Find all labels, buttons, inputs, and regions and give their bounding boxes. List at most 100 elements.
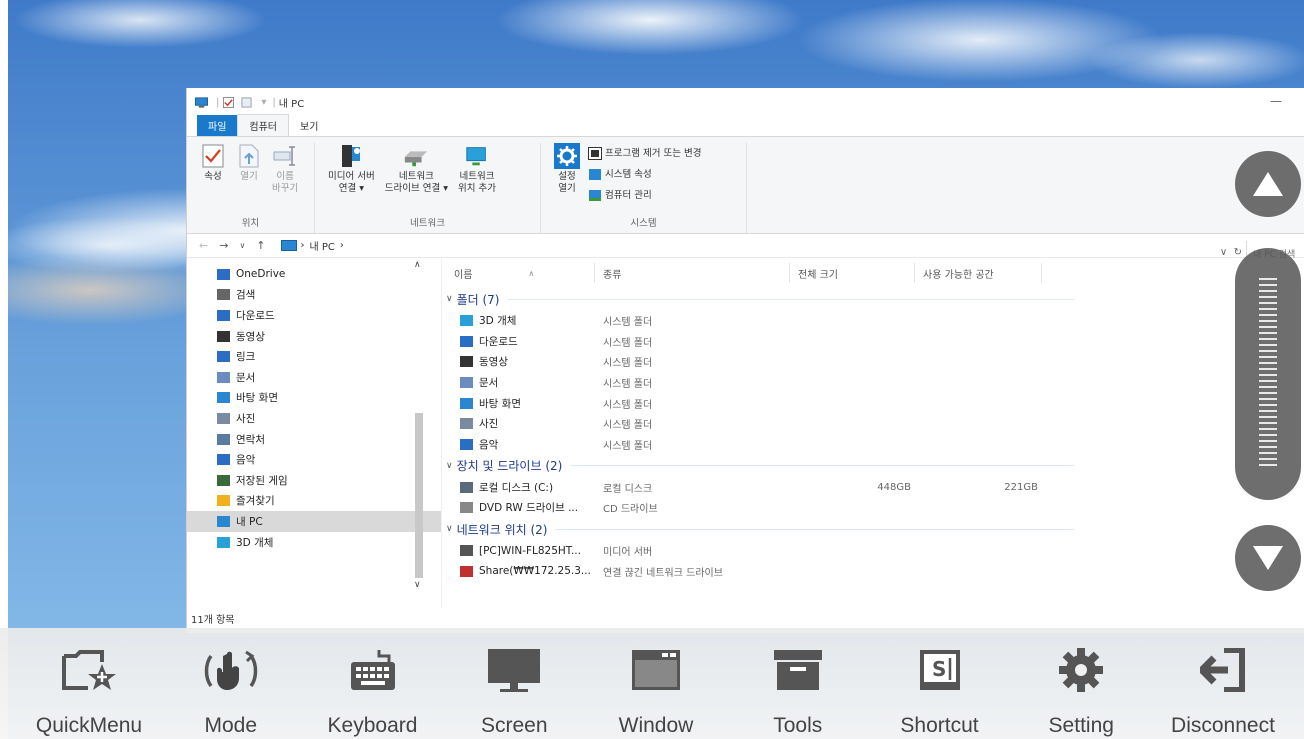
mode-label: Mode xyxy=(204,714,258,737)
nav-item-12[interactable]: 내 PC xyxy=(187,511,441,532)
properties-quick-icon[interactable] xyxy=(222,96,235,108)
recent-dropdown-icon[interactable]: ∨ xyxy=(239,241,245,250)
file-type: 미디어 서버 xyxy=(603,547,653,559)
nav-item-0[interactable]: OneDrive xyxy=(187,264,441,285)
file-name-cell: 바탕 화면 xyxy=(442,396,595,411)
nav-item-5[interactable]: 문서 xyxy=(187,367,441,388)
nav-item-2[interactable]: 다운로드 xyxy=(187,305,441,326)
nav-item-11[interactable]: 즐겨찾기 xyxy=(187,491,441,512)
back-arrow-icon[interactable]: ← xyxy=(199,239,208,252)
window-icon xyxy=(632,650,680,690)
location-group: 속성 열기 이름 바꾸기 위치 xyxy=(187,143,315,233)
title-bar: | ▾ | 내 PC — xyxy=(187,88,1304,116)
free-space: 221GB xyxy=(1004,481,1038,493)
path-segment-this-pc[interactable]: 내 PC xyxy=(310,238,335,253)
group-header[interactable]: ∨ 네트워크 위치 (2) xyxy=(442,518,1304,540)
address-path[interactable]: › 내 PC › xyxy=(280,238,344,253)
nav-scroll-thumb[interactable] xyxy=(415,413,423,578)
network-group: 미디어 서버 연결 ▾ 네트워크 드라이브 연결 ▾ 네트워크 위치 추가 네트… xyxy=(315,143,541,233)
nav-item-label: 동영상 xyxy=(236,330,265,343)
nav-item-8[interactable]: 연락처 xyxy=(187,429,441,450)
mode-button[interactable]: Mode xyxy=(176,628,286,739)
window-button[interactable]: Window xyxy=(601,628,711,739)
nav-item-7[interactable]: 사진 xyxy=(187,408,441,429)
file-type: 연결 끊긴 네트워크 드라이브 xyxy=(603,567,723,579)
tools-button[interactable]: Tools xyxy=(743,628,853,739)
forward-arrow-icon[interactable]: → xyxy=(219,239,228,252)
file-name: 3D 개체 xyxy=(479,314,517,327)
file-name: 로컬 디스크 (C:) xyxy=(479,481,554,494)
disconnect-icon xyxy=(1200,648,1245,692)
address-dropdown-icon[interactable]: ∨ xyxy=(1220,247,1227,258)
quickmenu-button[interactable]: QuickMenu xyxy=(34,628,144,739)
shortcut-button[interactable]: S Shortcut xyxy=(885,628,995,739)
scroll-down-arrow-icon[interactable]: ∨ xyxy=(414,580,421,590)
uninstall-program-button[interactable]: 프로그램 제거 또는 변경 xyxy=(588,143,701,164)
system-group: 설정 열기 프로그램 제거 또는 변경 시스템 속성 컴퓨터 관리 시스템 xyxy=(541,143,747,233)
media-server-icon xyxy=(460,545,473,557)
keyboard-button[interactable]: Keyboard xyxy=(318,628,428,739)
file-row[interactable]: 문서 시스템 폴더 xyxy=(442,372,1304,393)
remote-scroll-track[interactable] xyxy=(1235,248,1301,500)
file-row[interactable]: 로컬 디스크 (C:) 로컬 디스크 448GB 221GB xyxy=(442,477,1304,498)
nav-item-label: 바탕 화면 xyxy=(236,392,278,405)
new-folder-quick-icon[interactable] xyxy=(240,96,253,108)
file-row[interactable]: 음악 시스템 폴더 xyxy=(442,434,1304,455)
nav-item-9[interactable]: 음악 xyxy=(187,449,441,470)
column-free-space[interactable]: 사용 가능한 공간 xyxy=(915,263,1042,283)
file-row[interactable]: 3D 개체 시스템 폴더 xyxy=(442,310,1304,331)
remote-scroll-up-button[interactable] xyxy=(1235,151,1301,217)
nav-item-4[interactable]: 링크 xyxy=(187,346,441,367)
remote-scroll-down-button[interactable] xyxy=(1235,525,1301,591)
tab-file[interactable]: 파일 xyxy=(197,115,238,136)
shortcut-label: Shortcut xyxy=(900,714,979,737)
minimize-button[interactable]: — xyxy=(1270,94,1282,108)
setting-button[interactable]: Setting xyxy=(1026,628,1136,739)
disconnect-button[interactable]: Disconnect xyxy=(1168,628,1278,739)
tab-computer[interactable]: 컴퓨터 xyxy=(237,114,290,136)
group-divider xyxy=(507,298,1074,300)
file-row[interactable]: 바탕 화면 시스템 폴더 xyxy=(442,393,1304,414)
file-type: 로컬 디스크 xyxy=(603,483,653,495)
nav-item-13[interactable]: 3D 개체 xyxy=(187,532,441,553)
file-type: 시스템 폴더 xyxy=(603,378,653,390)
nav-item-3[interactable]: 동영상 xyxy=(187,326,441,347)
nav-scrollbar[interactable]: ∧ ∨ xyxy=(413,258,425,608)
network-group-label: 네트워크 xyxy=(410,218,445,229)
nav-item-10[interactable]: 저장된 게임 xyxy=(187,470,441,491)
file-row[interactable]: DVD RW 드라이브 ... CD 드라이브 xyxy=(442,498,1304,519)
nav-item-label: 문서 xyxy=(236,371,256,384)
nav-item-1[interactable]: 검색 xyxy=(187,285,441,306)
file-row[interactable]: Share(₩₩172.25.3... 연결 끊긴 네트워크 드라이브 xyxy=(442,561,1304,582)
quick-access-dropdown[interactable]: ▾ xyxy=(261,97,266,108)
remote-toolbar: QuickMenu Mode Keyboard Screen Window To… xyxy=(0,628,1304,739)
quickmenu-icon xyxy=(62,650,116,690)
refresh-icon[interactable]: ↻ xyxy=(1234,247,1242,258)
tools-label: Tools xyxy=(773,714,823,737)
file-type: 시스템 폴더 xyxy=(603,399,653,411)
group-header[interactable]: ∨ 폴더 (7) xyxy=(442,288,1304,310)
location-group-label: 위치 xyxy=(241,218,260,229)
column-type[interactable]: 종류 xyxy=(595,263,790,283)
game-icon xyxy=(217,474,230,486)
computer-management-button[interactable]: 컴퓨터 관리 xyxy=(589,185,701,206)
column-name[interactable]: 이름 ∧ xyxy=(442,263,595,283)
file-name: 사진 xyxy=(479,418,499,431)
group-header[interactable]: ∨ 장치 및 드라이브 (2) xyxy=(442,455,1304,477)
file-row[interactable]: 사진 시스템 폴더 xyxy=(442,413,1304,434)
download-icon xyxy=(460,335,473,347)
chevron-down-icon: ∨ xyxy=(446,294,453,304)
file-row[interactable]: 동영상 시스템 폴더 xyxy=(442,351,1304,372)
tab-view[interactable]: 보기 xyxy=(289,115,329,136)
document-icon xyxy=(217,371,230,383)
file-row[interactable]: 다운로드 시스템 폴더 xyxy=(442,331,1304,352)
nav-item-6[interactable]: 바탕 화면 xyxy=(187,388,441,409)
music-icon xyxy=(217,454,230,466)
scroll-up-arrow-icon[interactable]: ∧ xyxy=(414,260,421,270)
nav-item-label: 링크 xyxy=(236,351,256,364)
up-arrow-icon[interactable]: ↑ xyxy=(256,239,265,252)
system-properties-button[interactable]: 시스템 속성 xyxy=(589,164,701,185)
screen-button[interactable]: Screen xyxy=(459,628,569,739)
file-row[interactable]: [PC]WIN-FL825HT... 미디어 서버 xyxy=(442,540,1304,561)
column-total-size[interactable]: 전체 크기 xyxy=(790,263,915,283)
